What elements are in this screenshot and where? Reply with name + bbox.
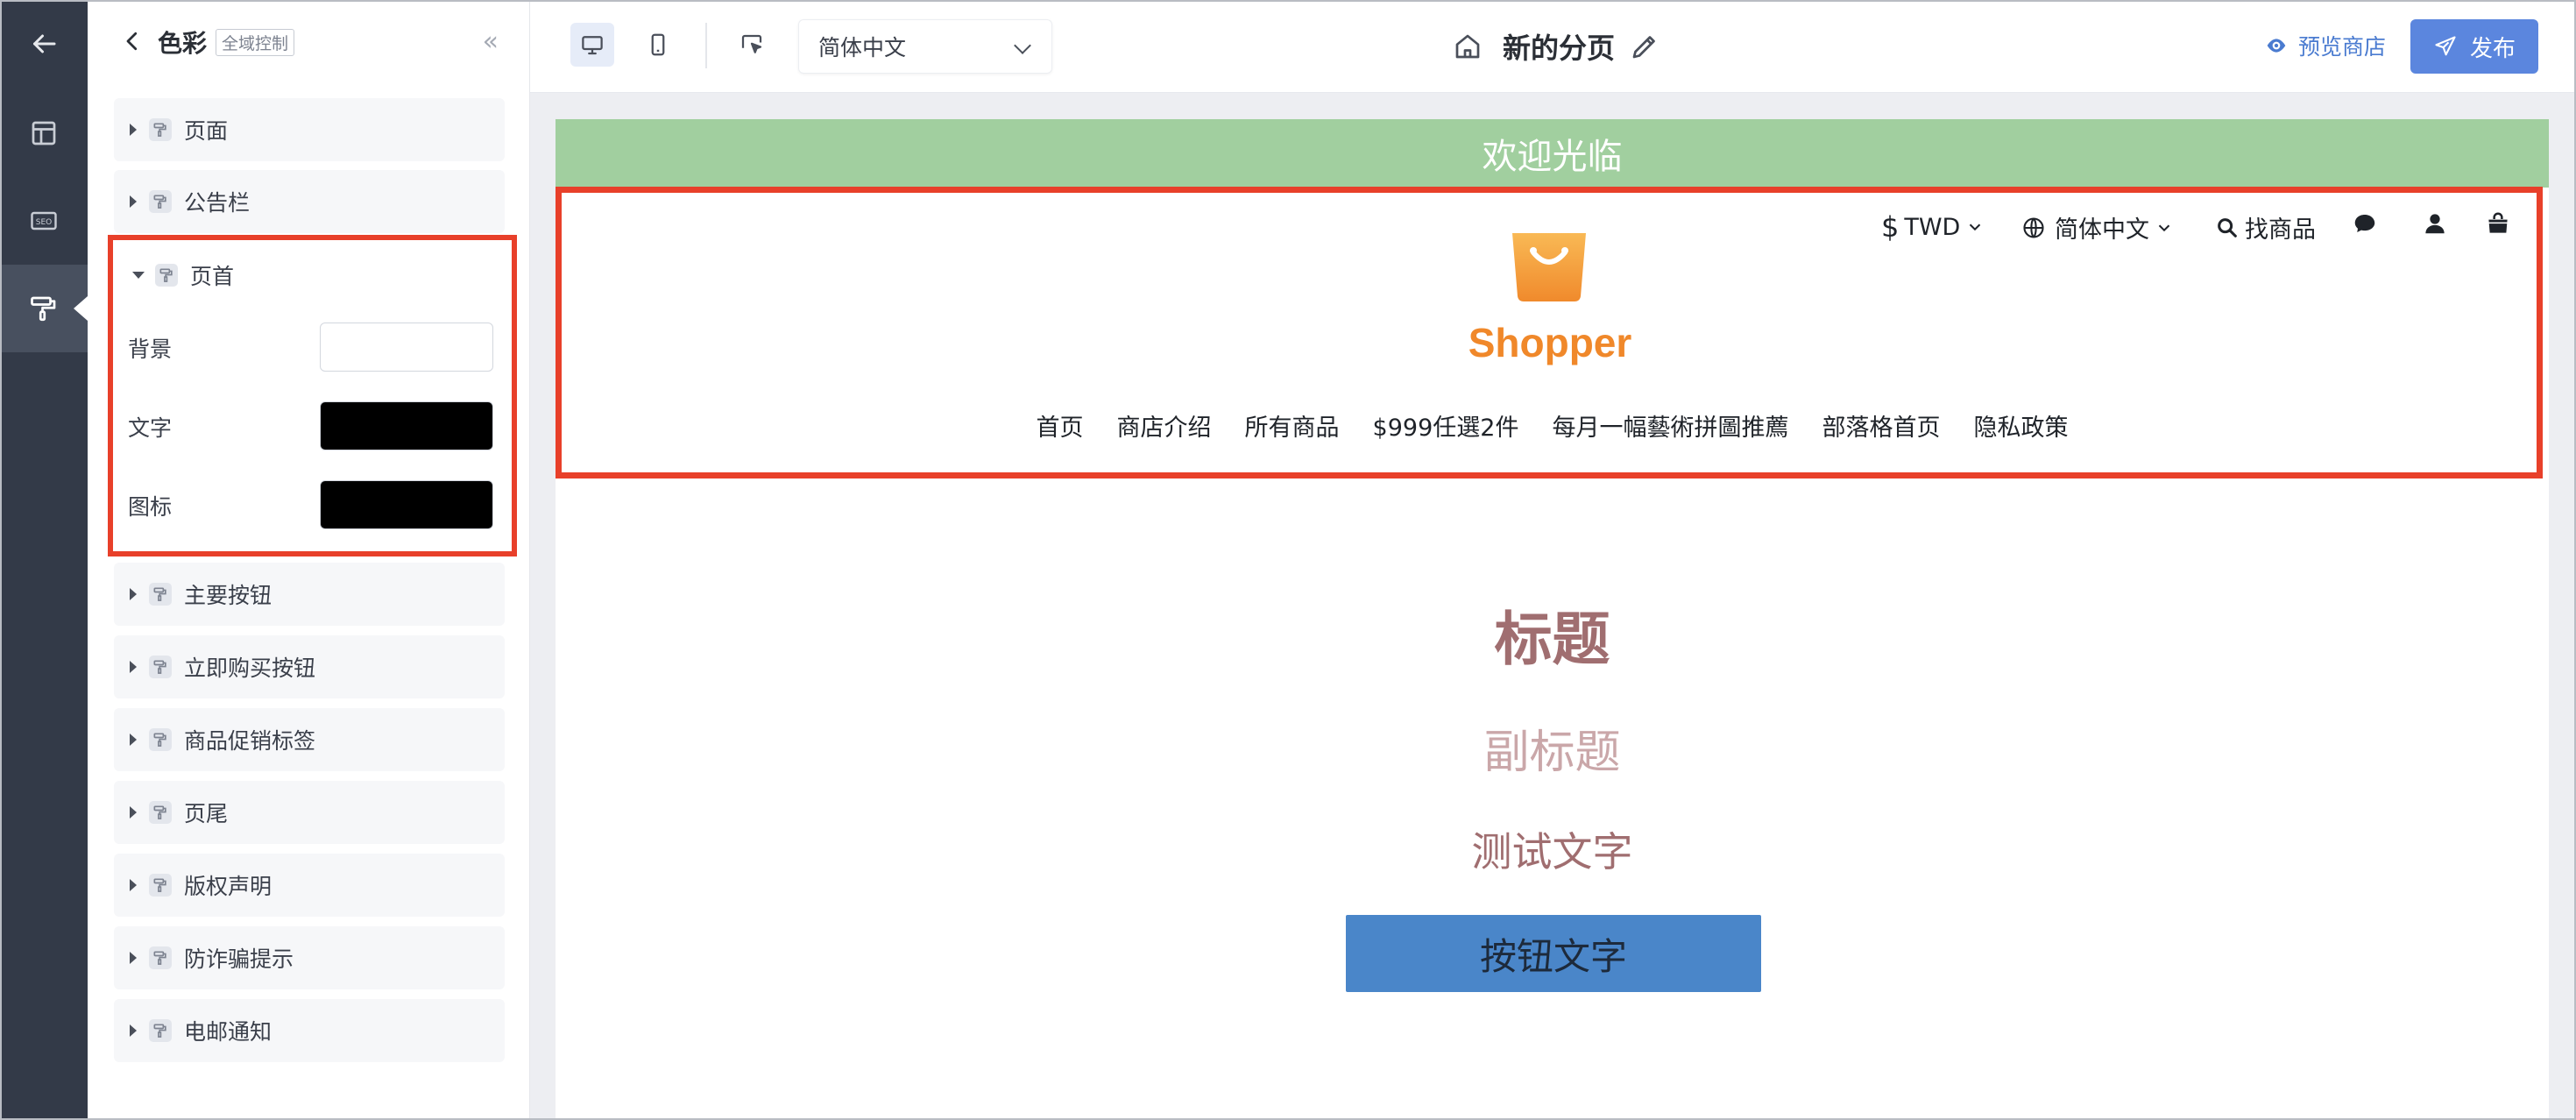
section-primary-button[interactable]: 主要按钮 bbox=[114, 563, 505, 626]
content-button[interactable]: 按钮文字 bbox=[1346, 915, 1761, 992]
mobile-view-button[interactable] bbox=[636, 23, 680, 67]
paint-roller-icon bbox=[31, 296, 56, 322]
layout-icon bbox=[32, 121, 56, 145]
icon-color-label: 图标 bbox=[128, 494, 173, 520]
header-highlight-frame bbox=[556, 187, 2543, 478]
seo-icon-label: SEO bbox=[36, 218, 52, 227]
eye-icon bbox=[2267, 39, 2286, 53]
icon-color-swatch[interactable] bbox=[320, 480, 493, 529]
section-label: 主要按钮 bbox=[184, 583, 272, 608]
section-page[interactable]: 页面 bbox=[114, 98, 505, 161]
chevron-down-icon bbox=[1014, 37, 1031, 54]
paint-roller-icon bbox=[149, 656, 172, 678]
active-indicator bbox=[74, 296, 88, 321]
paint-roller-icon bbox=[149, 1019, 172, 1042]
section-label: 页尾 bbox=[184, 801, 229, 826]
section-header-expanded: 页首 背景 文字 图标 bbox=[108, 235, 517, 556]
text-color-label: 文字 bbox=[128, 415, 173, 441]
caret-right-icon bbox=[130, 879, 137, 891]
collapse-panel-icon[interactable]: « bbox=[483, 26, 499, 57]
caret-right-icon bbox=[130, 806, 137, 819]
content-title: 标题 bbox=[1494, 606, 1610, 673]
preview-store-button[interactable]: 预览商店 bbox=[2265, 30, 2386, 61]
paint-roller-icon bbox=[155, 264, 178, 287]
page-title-group: 新的分页 bbox=[1452, 26, 1660, 67]
seo-button[interactable]: SEO bbox=[0, 177, 88, 265]
language-select[interactable]: 简体中文 bbox=[798, 19, 1052, 74]
publish-label: 发布 bbox=[2469, 35, 2516, 62]
paint-roller-icon bbox=[149, 728, 172, 751]
paint-roller-icon bbox=[149, 190, 172, 213]
background-color-swatch[interactable] bbox=[320, 323, 493, 372]
edit-pencil-icon[interactable] bbox=[1629, 31, 1660, 62]
arrow-left-icon bbox=[33, 34, 56, 53]
caret-right-icon bbox=[130, 195, 137, 208]
section-fraud-warning[interactable]: 防诈骗提示 bbox=[114, 926, 505, 989]
section-label: 版权声明 bbox=[184, 874, 272, 899]
section-buy-now-button[interactable]: 立即购买按钮 bbox=[114, 635, 505, 698]
section-label: 防诈骗提示 bbox=[184, 946, 294, 972]
preview-store-label: 预览商店 bbox=[2298, 34, 2387, 60]
left-rail: SEO bbox=[0, 0, 88, 1120]
section-footer[interactable]: 页尾 bbox=[114, 781, 505, 844]
caret-right-icon bbox=[130, 588, 137, 600]
section-label: 立即购买按钮 bbox=[184, 656, 316, 681]
caret-right-icon bbox=[130, 952, 137, 964]
caret-right-icon bbox=[130, 124, 137, 136]
panel-title: 色彩 bbox=[158, 29, 208, 58]
paint-roller-icon bbox=[149, 874, 172, 897]
caret-right-icon bbox=[130, 1024, 137, 1037]
section-email-notification[interactable]: 电邮通知 bbox=[114, 999, 505, 1062]
language-select-value: 简体中文 bbox=[818, 35, 907, 60]
layout-button[interactable] bbox=[0, 89, 88, 177]
content-subtitle: 副标题 bbox=[1483, 727, 1621, 779]
section-label: 页面 bbox=[184, 118, 229, 144]
paint-roller-icon bbox=[149, 801, 172, 824]
color-theme-button[interactable] bbox=[0, 265, 88, 352]
section-promo-tag[interactable]: 商品促销标签 bbox=[114, 708, 505, 771]
paint-roller-icon bbox=[149, 946, 172, 969]
select-element-button[interactable] bbox=[730, 23, 774, 67]
send-icon bbox=[2435, 36, 2456, 56]
mobile-icon bbox=[651, 33, 665, 56]
section-label: 电邮通知 bbox=[184, 1019, 272, 1045]
publish-button[interactable]: 发布 bbox=[2410, 19, 2538, 74]
content-body-text: 测试文字 bbox=[1471, 828, 1633, 875]
cursor-select-icon bbox=[741, 34, 762, 53]
desktop-view-button[interactable] bbox=[570, 23, 614, 67]
page-title: 新的分页 bbox=[1503, 32, 1616, 65]
section-label: 公告栏 bbox=[184, 190, 251, 216]
section-label: 页首 bbox=[190, 264, 235, 289]
section-announcement-bar[interactable]: 公告栏 bbox=[114, 170, 505, 233]
background-color-label: 背景 bbox=[128, 337, 173, 362]
section-copyright[interactable]: 版权声明 bbox=[114, 854, 505, 917]
announcement-bar[interactable]: 欢迎光临 bbox=[556, 119, 2549, 188]
back-button[interactable] bbox=[0, 0, 88, 88]
panel-header: 色彩 全域控制 « bbox=[88, 0, 530, 84]
section-header-toggle[interactable]: 页首 bbox=[113, 240, 512, 310]
home-icon bbox=[1455, 34, 1480, 59]
seo-icon: SEO bbox=[31, 211, 57, 230]
paint-roller-icon bbox=[149, 583, 172, 606]
scope-tag: 全域控制 bbox=[216, 29, 295, 56]
section-label: 商品促销标签 bbox=[184, 728, 316, 754]
chevron-left-icon[interactable] bbox=[119, 28, 145, 54]
caret-right-icon bbox=[130, 661, 137, 673]
caret-right-icon bbox=[130, 734, 137, 746]
settings-panel: 色彩 全域控制 « 页面 公告栏 页首 背景 文字 图标 主要按钮 立即购买按钮 bbox=[88, 0, 530, 1120]
toolbar-divider bbox=[705, 23, 707, 68]
text-color-swatch[interactable] bbox=[320, 401, 493, 450]
desktop-icon bbox=[582, 36, 603, 55]
paint-roller-icon bbox=[149, 118, 172, 141]
top-toolbar: 简体中文 新的分页 预览商店 发布 bbox=[530, 0, 2576, 93]
caret-down-icon bbox=[132, 272, 145, 279]
